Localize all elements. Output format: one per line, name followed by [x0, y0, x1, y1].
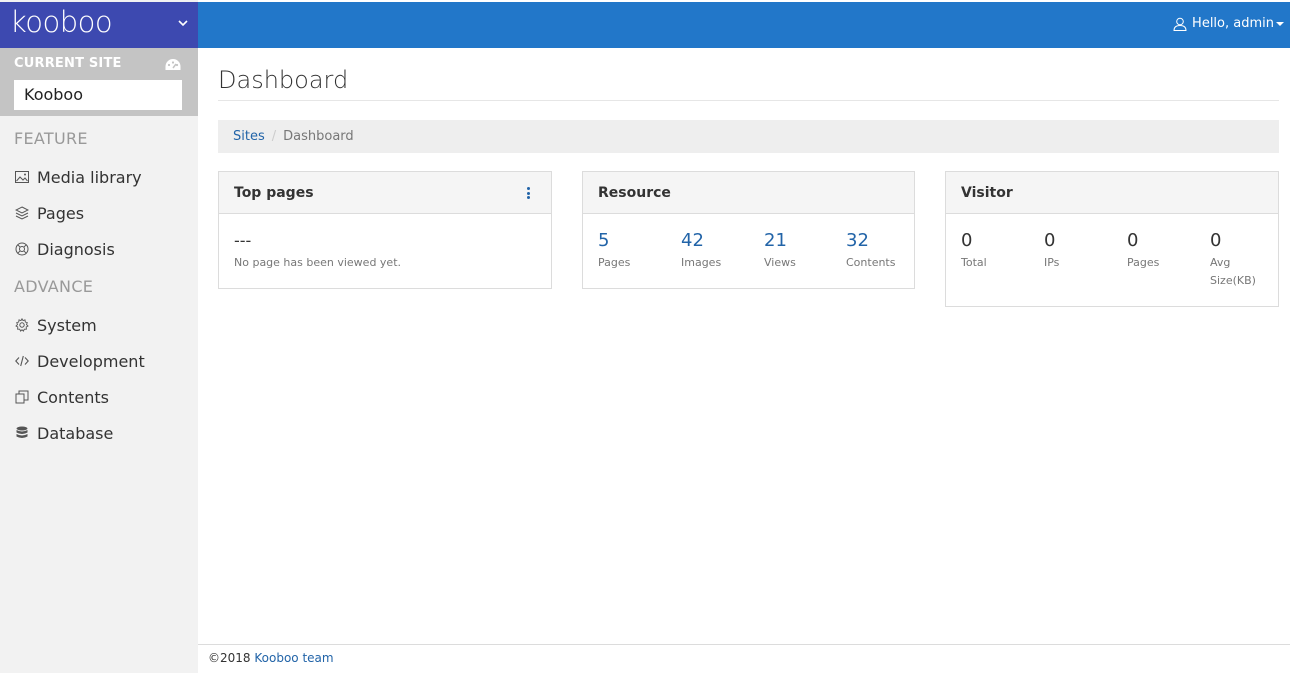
dashboard-gauge-icon[interactable] [164, 57, 182, 73]
panel-header: Top pages [219, 172, 551, 214]
resource-stat-pages[interactable]: 5 Pages [598, 230, 678, 272]
current-site-label: CURRENT SITE [14, 56, 122, 71]
stat-label: Pages [1127, 256, 1160, 269]
stat-value: 5 [598, 230, 610, 251]
sidebar-item-label: Contents [37, 387, 109, 407]
sidebar-item-development[interactable]: Development [14, 349, 145, 373]
sidebar: kooboo CURRENT SITE Kooboo FEATURE Media… [0, 0, 198, 673]
footer-team-link[interactable]: Kooboo team [254, 651, 333, 665]
resource-panel: Resource 5 Pages 42 Images 21 Views 32 C… [582, 171, 915, 289]
title-divider [218, 100, 1279, 101]
stat-value: 21 [764, 230, 787, 251]
lifebuoy-icon [14, 242, 29, 257]
sidebar-item-label: Development [37, 351, 145, 371]
stat-label: Pages [598, 256, 631, 269]
panel-title: Visitor [961, 184, 1013, 201]
copy-icon [14, 390, 29, 405]
stat-label: Total [961, 256, 987, 269]
visitor-stat-pages: 0 Pages [1127, 230, 1207, 272]
stat-value: 0 [961, 230, 973, 251]
caret-down-icon [1276, 21, 1284, 26]
resource-stat-contents[interactable]: 32 Contents [846, 230, 926, 272]
panel-header: Visitor [946, 172, 1278, 214]
stat-label: Images [681, 256, 722, 269]
feature-section-title: FEATURE [14, 129, 88, 148]
breadcrumb-current: Dashboard [283, 129, 354, 144]
stat-label: IPs [1044, 256, 1060, 269]
top-pages-value: --- [234, 231, 252, 250]
sidebar-item-contents[interactable]: Contents [14, 385, 109, 409]
advance-section-title: ADVANCE [14, 277, 94, 296]
breadcrumb-link-sites[interactable]: Sites [233, 129, 265, 144]
stat-label: Avg Size(KB) [1210, 256, 1256, 287]
stat-value: 0 [1127, 230, 1139, 251]
image-icon [14, 170, 29, 185]
vertical-dots-menu-icon[interactable] [527, 187, 531, 199]
visitor-stat-avg-size: 0 Avg Size(KB) [1210, 230, 1270, 290]
layers-icon [14, 206, 29, 221]
page-title: Dashboard [218, 66, 349, 94]
stat-label: Views [764, 256, 796, 269]
stat-value: 32 [846, 230, 869, 251]
sidebar-item-label: Database [37, 423, 114, 443]
footer-copyright: ©2018 [208, 651, 251, 665]
brand-bar: kooboo [0, 2, 198, 48]
footer: ©2018 Kooboo team [208, 651, 334, 665]
stat-value: 0 [1210, 230, 1222, 251]
stat-value: 0 [1044, 230, 1056, 251]
resource-stat-images[interactable]: 42 Images [681, 230, 761, 272]
code-icon [14, 354, 29, 369]
user-icon [1173, 17, 1187, 31]
sidebar-item-system[interactable]: System [14, 313, 97, 337]
sidebar-item-database[interactable]: Database [14, 421, 113, 445]
sidebar-item-label: Media library [37, 167, 142, 187]
current-site-select[interactable]: Kooboo [14, 80, 182, 110]
stat-value: 42 [681, 230, 704, 251]
stat-label: Contents [846, 256, 896, 269]
panel-header: Resource [583, 172, 914, 214]
visitor-stat-ips: 0 IPs [1044, 230, 1124, 272]
sidebar-item-label: System [37, 315, 97, 335]
top-pages-panel: Top pages --- No page has been viewed ye… [218, 171, 552, 289]
chevron-down-icon[interactable] [176, 16, 190, 30]
top-navbar: Hello, admin [198, 2, 1290, 48]
sidebar-item-label: Pages [37, 203, 85, 223]
visitor-panel: Visitor 0 Total 0 IPs 0 Pages 0 Avg Size… [945, 171, 1279, 307]
sidebar-item-diagnosis[interactable]: Diagnosis [14, 237, 115, 261]
breadcrumb-separator: / [271, 129, 277, 144]
sidebar-item-label: Diagnosis [37, 239, 115, 259]
current-site-box: CURRENT SITE Kooboo [0, 48, 198, 116]
kooboo-logo[interactable]: kooboo [10, 5, 113, 39]
resource-stat-views[interactable]: 21 Views [764, 230, 844, 272]
user-greeting: Hello, admin [1192, 16, 1274, 31]
sidebar-item-media-library[interactable]: Media library [14, 165, 142, 189]
panel-title: Resource [598, 184, 671, 201]
panel-title: Top pages [234, 184, 314, 201]
breadcrumb: Sites / Dashboard [218, 120, 1279, 153]
user-menu[interactable]: Hello, admin [1173, 16, 1284, 31]
visitor-stat-total: 0 Total [961, 230, 1041, 272]
top-pages-empty-message: No page has been viewed yet. [234, 256, 402, 269]
footer-divider [198, 644, 1290, 645]
gear-icon [14, 318, 29, 333]
brand-name: kooboo [10, 5, 113, 39]
sidebar-item-pages[interactable]: Pages [14, 201, 84, 225]
database-icon [14, 426, 29, 441]
